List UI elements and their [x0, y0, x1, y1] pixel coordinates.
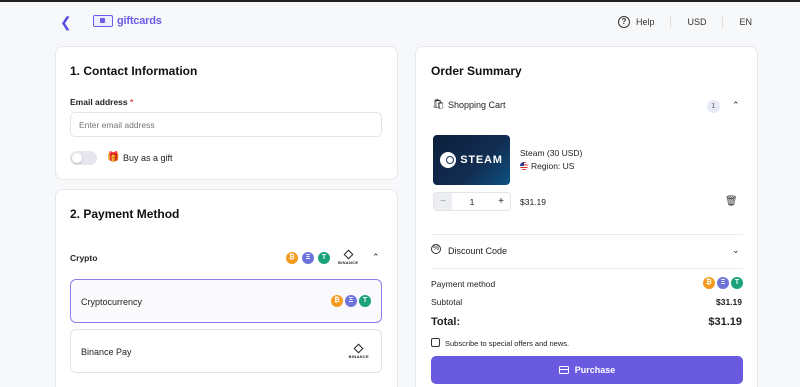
- decrease-quantity-button[interactable]: −: [434, 193, 452, 210]
- purchase-button[interactable]: Purchase: [431, 356, 743, 384]
- chevron-down-icon[interactable]: ⌄: [732, 245, 740, 256]
- top-bar: ❮ giftcards ? Help USD EN: [0, 2, 800, 44]
- crypto-coin-icons: ₿ Ξ T: [329, 295, 371, 307]
- bitcoin-icon: ₿: [331, 295, 343, 307]
- contact-card: 1. Contact Information Email address * 🎁…: [55, 46, 398, 180]
- subtotal-value: $31.19: [716, 297, 742, 307]
- help-label: Help: [635, 17, 655, 27]
- total-label: Total:: [431, 316, 461, 328]
- discount-code-label[interactable]: Discount Code: [448, 246, 507, 256]
- crypto-coin-icons: ₿ Ξ T BINANCE: [284, 249, 358, 265]
- shopping-cart-label: Shopping Cart: [448, 100, 506, 110]
- logo-text: giftcards: [117, 15, 162, 27]
- order-summary-card: Order Summary 🛍 Shopping Cart 1 ⌃ STEAM …: [415, 46, 758, 387]
- purchase-label: Purchase: [574, 365, 616, 375]
- increase-quantity-button[interactable]: +: [492, 193, 510, 210]
- divider: [670, 16, 672, 28]
- trash-icon[interactable]: 🗑: [725, 196, 738, 207]
- ethereum-icon: Ξ: [302, 252, 314, 264]
- product-region: Region: US: [520, 161, 574, 171]
- discount-icon: %: [431, 244, 441, 254]
- crypto-group-label: Crypto: [70, 253, 98, 263]
- order-summary-title: Order Summary: [431, 64, 522, 78]
- payment-method-label: Payment method: [431, 279, 496, 289]
- tether-icon: T: [359, 295, 371, 307]
- binance-icon: BINANCE: [338, 249, 358, 265]
- payment-card: 2. Payment Method Crypto ₿ Ξ T BINANCE ⌃…: [55, 189, 398, 387]
- language-selector[interactable]: EN: [739, 17, 752, 27]
- product-price: $31.19: [520, 197, 546, 207]
- payment-option-binance-pay[interactable]: Binance Pay BINANCE: [70, 329, 382, 373]
- tether-icon: T: [318, 252, 330, 264]
- payment-method-coins: ₿ Ξ T: [701, 277, 743, 289]
- chevron-up-icon[interactable]: ⌃: [732, 100, 740, 111]
- subscribe-label: Subscribe to special offers and news.: [445, 339, 570, 348]
- divider: [722, 16, 724, 28]
- steam-image-text: STEAM: [460, 154, 503, 166]
- steam-logo-icon: [440, 152, 457, 168]
- payment-option-label: Cryptocurrency: [81, 297, 143, 307]
- chevron-left-icon[interactable]: ❮: [60, 14, 72, 31]
- quantity-stepper: − 1 +: [433, 192, 511, 211]
- contact-title: 1. Contact Information: [70, 64, 198, 78]
- subtotal-label: Subtotal: [431, 297, 463, 307]
- help-icon: ?: [617, 16, 630, 28]
- payment-title: 2. Payment Method: [70, 207, 180, 221]
- gift-icon: 🎁: [107, 152, 120, 163]
- steam-product-image: STEAM: [433, 135, 510, 185]
- credit-card-icon: [558, 366, 569, 374]
- quantity-value[interactable]: 1: [452, 193, 492, 210]
- cart-count-badge: 1: [707, 100, 720, 113]
- subscribe-checkbox[interactable]: [431, 338, 440, 347]
- us-flag-icon: [520, 162, 528, 170]
- logo[interactable]: giftcards: [93, 15, 162, 27]
- header-nav: ? Help USD EN: [617, 16, 752, 28]
- shopping-bag-icon: 🛍: [432, 99, 445, 110]
- email-label: Email address *: [70, 97, 134, 107]
- payment-option-label: Binance Pay: [81, 347, 132, 357]
- tether-icon: T: [731, 277, 743, 289]
- chevron-up-icon[interactable]: ⌃: [372, 252, 380, 263]
- bitcoin-icon: ₿: [286, 252, 298, 264]
- gift-toggle[interactable]: [70, 151, 97, 165]
- gift-label: Buy as a gift: [123, 153, 173, 163]
- ethereum-icon: Ξ: [717, 277, 729, 289]
- bitcoin-icon: ₿: [703, 277, 715, 289]
- product-name: Steam (30 USD): [520, 148, 583, 158]
- email-input[interactable]: [70, 112, 382, 137]
- divider: [431, 268, 743, 269]
- help-link[interactable]: ? Help: [617, 16, 655, 28]
- payment-option-cryptocurrency[interactable]: Cryptocurrency ₿ Ξ T: [70, 279, 382, 323]
- ethereum-icon: Ξ: [345, 295, 357, 307]
- currency-selector[interactable]: USD: [687, 17, 706, 27]
- binance-icon: BINANCE: [349, 343, 369, 359]
- total-value: $31.19: [708, 316, 742, 328]
- gift-card-icon: [93, 15, 113, 27]
- divider: [431, 234, 743, 235]
